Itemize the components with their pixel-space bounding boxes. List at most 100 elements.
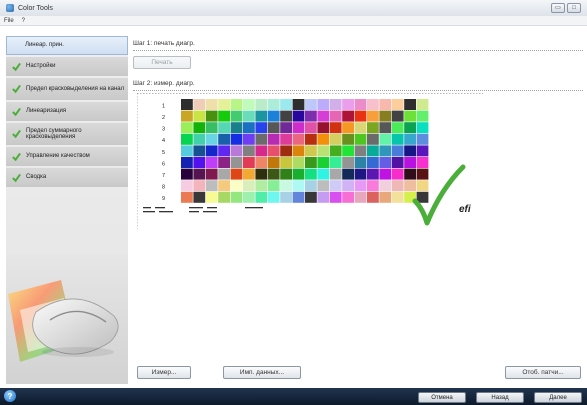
- color-patch: [181, 110, 193, 122]
- row-label: 1: [162, 103, 165, 109]
- measurement-target-chart: 1 2 3 4 5 6 7 8 9 efi: [137, 93, 483, 229]
- color-patch: [230, 191, 243, 203]
- color-patch: [329, 133, 342, 145]
- color-patch: [255, 133, 268, 145]
- color-patch: [243, 191, 255, 203]
- next-button[interactable]: Далее: [534, 392, 582, 403]
- color-patch: [267, 145, 280, 157]
- import-data-button[interactable]: Имп. данных...: [223, 366, 301, 379]
- color-patch: [379, 133, 392, 145]
- color-patch: [391, 191, 404, 203]
- minimize-button[interactable]: ▭: [551, 3, 565, 13]
- color-patch: [193, 180, 206, 192]
- color-patch: [205, 180, 218, 192]
- color-patch: [292, 133, 305, 145]
- menu-file[interactable]: File: [4, 18, 14, 24]
- color-patch: [255, 145, 268, 157]
- cancel-button[interactable]: Отмена: [418, 392, 466, 403]
- sidebar-item-quality-control[interactable]: Управление качеством: [6, 147, 128, 166]
- color-patch: [267, 110, 280, 122]
- color-patch: [379, 180, 392, 192]
- color-patch: [230, 133, 243, 145]
- sidebar-item-label: Линеаризация: [26, 108, 67, 115]
- print-button[interactable]: Печать: [133, 56, 191, 69]
- wizard-sidebar: Линеар. прин. Настройки Предел красковыд…: [6, 36, 128, 384]
- color-patch: [367, 133, 379, 145]
- color-patch: [329, 168, 342, 180]
- color-patch: [267, 133, 280, 145]
- color-patch: [317, 133, 330, 145]
- color-patch: [243, 157, 255, 168]
- sidebar-item-summary[interactable]: Сводка: [6, 168, 128, 187]
- step2-divider: [133, 90, 583, 91]
- color-patch: [354, 110, 367, 122]
- color-patch: [342, 99, 354, 110]
- color-patch: [243, 99, 255, 110]
- color-patch: [181, 168, 193, 180]
- sidebar-item-total-ink-limit[interactable]: Предел суммарного красковыделения: [6, 123, 128, 145]
- color-patch: [292, 180, 305, 192]
- color-patch: [379, 191, 392, 203]
- color-patch: [230, 168, 243, 180]
- color-patch: [305, 168, 317, 180]
- color-patch: [205, 110, 218, 122]
- color-patch: [404, 145, 416, 157]
- color-patch: [354, 180, 367, 192]
- color-patch: [305, 191, 317, 203]
- sidebar-item-label: Предел суммарного красковыделения: [26, 127, 82, 141]
- color-patch: [292, 145, 305, 157]
- color-patch: [391, 157, 404, 168]
- sidebar-item-linearization[interactable]: Линеаризация: [6, 102, 128, 121]
- color-patch: [342, 157, 354, 168]
- color-patch: [218, 168, 230, 180]
- color-patch: [280, 191, 292, 203]
- color-patch: [367, 191, 379, 203]
- sidebar-item-settings[interactable]: Настройки: [6, 57, 128, 76]
- color-patch: [230, 99, 243, 110]
- color-patch: [354, 191, 367, 203]
- color-patch: [317, 99, 330, 110]
- color-patch: [391, 122, 404, 134]
- color-patch: [416, 180, 429, 192]
- color-patch: [218, 133, 230, 145]
- color-patch: [243, 133, 255, 145]
- color-patch: [317, 180, 330, 192]
- color-patch: [193, 191, 206, 203]
- show-patches-button[interactable]: Отоб. патчи...: [505, 366, 581, 379]
- color-patch: [404, 99, 416, 110]
- row-label: 5: [162, 150, 165, 156]
- sidebar-item-channel-ink-limit[interactable]: Предел красковыделения на канал: [6, 78, 128, 100]
- measure-button[interactable]: Измер...: [137, 366, 191, 379]
- color-patch: [267, 168, 280, 180]
- color-patch: [416, 122, 429, 134]
- sidebar-item-label: Предел красковыделения на канал: [26, 85, 125, 92]
- color-patch: [292, 110, 305, 122]
- color-patch: [342, 145, 354, 157]
- color-patch: [416, 99, 429, 110]
- color-patch: [193, 145, 206, 157]
- color-patch: [218, 99, 230, 110]
- color-patch: [255, 122, 268, 134]
- color-patch: [181, 133, 193, 145]
- window-controls: ▭ □: [551, 3, 581, 13]
- color-patch: [317, 168, 330, 180]
- color-patch: [267, 157, 280, 168]
- back-button[interactable]: Назад: [476, 392, 524, 403]
- color-patch: [205, 191, 218, 203]
- color-patch: [193, 122, 206, 134]
- color-patch: [317, 191, 330, 203]
- color-patch: [317, 145, 330, 157]
- help-icon[interactable]: ?: [4, 390, 16, 402]
- color-patch: [342, 110, 354, 122]
- color-patch: [280, 133, 292, 145]
- color-patch: [317, 110, 330, 122]
- menu-help[interactable]: ?: [22, 18, 25, 24]
- color-patch: [218, 191, 230, 203]
- color-patch: [255, 168, 268, 180]
- maximize-button[interactable]: □: [567, 3, 581, 13]
- color-patch: [280, 99, 292, 110]
- sidebar-item-linearization-printing[interactable]: Линеар. прин.: [6, 36, 128, 55]
- color-patch: [305, 180, 317, 192]
- step1-divider: [133, 50, 583, 51]
- color-patch: [280, 122, 292, 134]
